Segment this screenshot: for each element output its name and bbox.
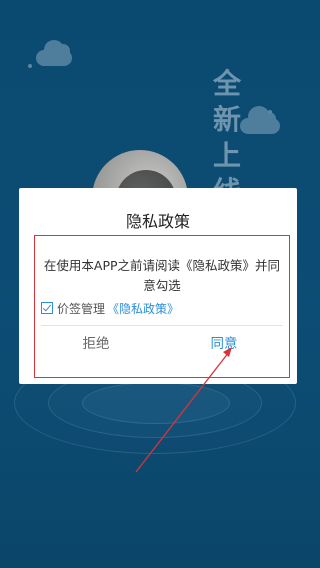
- splash-title-char: 上: [212, 139, 241, 172]
- star-decoration: [28, 64, 32, 68]
- cloud-decoration: [240, 106, 280, 134]
- dialog-message: 在使用本APP之前请阅读《隐私政策》并同意勾选: [43, 258, 281, 293]
- privacy-policy-link[interactable]: 《隐私政策》: [107, 300, 179, 317]
- splash-title-char: 全: [212, 67, 241, 100]
- ripple-decoration: [82, 382, 230, 424]
- dialog-divider: [41, 325, 283, 326]
- reject-button[interactable]: 拒绝: [41, 332, 151, 356]
- splash-title-char: 新: [212, 103, 241, 136]
- star-decoration: [268, 110, 272, 114]
- consent-checkbox[interactable]: [41, 302, 53, 314]
- cloud-decoration: [36, 40, 72, 66]
- agree-button[interactable]: 同意: [169, 332, 279, 356]
- privacy-policy-dialog: 隐私政策 在使用本APP之前请阅读《隐私政策》并同意勾选 价签管理 《隐私政策》…: [19, 188, 297, 384]
- consent-label: 价签管理: [57, 301, 106, 316]
- dialog-title: 隐私政策: [125, 212, 190, 231]
- consent-row: 价签管理 《隐私政策》: [41, 300, 179, 316]
